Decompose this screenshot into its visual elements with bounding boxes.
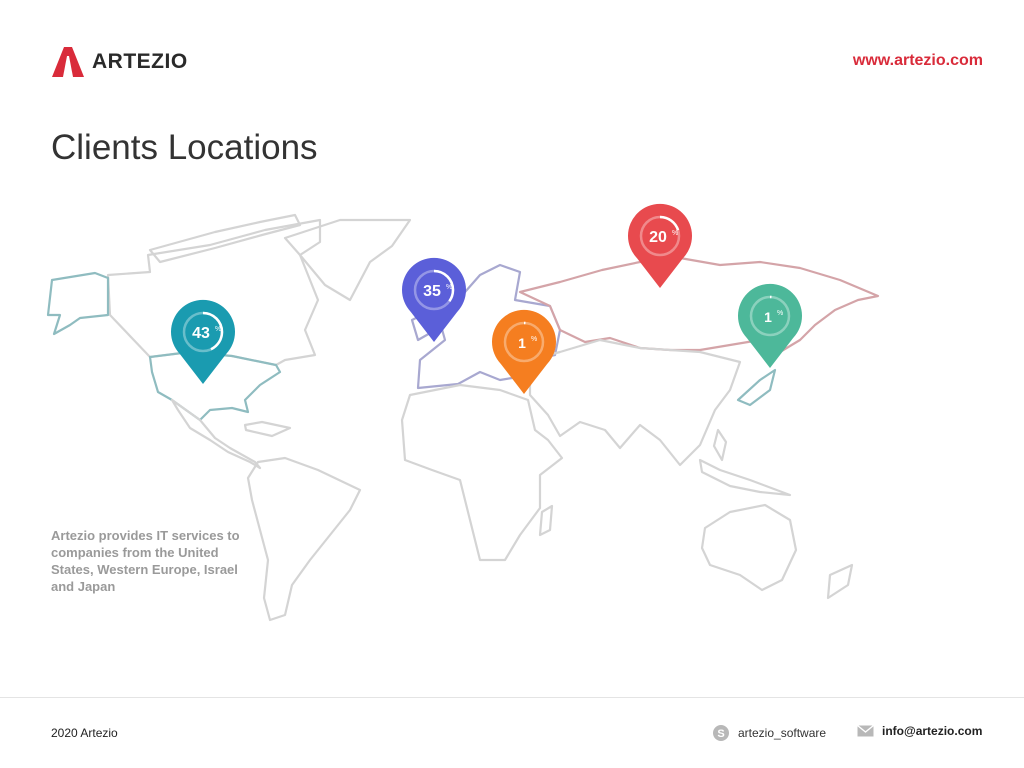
landmass-alaska [46, 271, 110, 336]
map-pin-western-europe[interactable]: 35% [402, 257, 466, 342]
artezio-logo[interactable]: ARTEZIO [52, 47, 188, 77]
artezio-logo-icon [52, 47, 84, 77]
svg-text:S: S [717, 728, 724, 740]
footer-skype[interactable]: S artezio_software [712, 724, 826, 742]
map-pin-north-america[interactable]: 43% [171, 299, 235, 384]
pin-value-label: 35 [423, 283, 441, 300]
pin-unit-label: % [446, 284, 452, 291]
pin-unit-label: % [777, 310, 783, 317]
landmass-japan [736, 368, 777, 407]
footer-year: 2020 Artezio [51, 726, 118, 740]
pin-value-label: 1 [764, 309, 772, 325]
skype-handle: artezio_software [738, 726, 827, 740]
pin-unit-label: % [531, 336, 537, 343]
landmass-new-zealand [826, 563, 854, 600]
landmass-madagascar [538, 504, 554, 537]
landmass-africa [400, 383, 564, 562]
pin-unit-label: % [672, 230, 678, 237]
landmass-philippines [712, 428, 728, 462]
page-title: Clients Locations [51, 128, 318, 167]
website-link[interactable]: www.artezio.com [853, 52, 983, 70]
landmass-arctic-islands [148, 213, 302, 264]
map-pins: 43 %35 %1 %20 %1% [171, 203, 802, 394]
pin-value-label: 20 [649, 229, 667, 246]
landmass-australia [700, 503, 798, 592]
footer-divider [0, 697, 1024, 698]
mail-icon [857, 725, 874, 737]
landmass-indonesia [698, 458, 792, 497]
description-text: Artezio provides IT services to companie… [51, 528, 240, 594]
logo-text: ARTEZIO [92, 50, 188, 73]
slide: ARTEZIO www.artezio.com Clients Location… [0, 0, 1024, 768]
pin-value-label: 43 [192, 325, 210, 342]
landmass-greenland [283, 218, 412, 302]
map-pin-russia[interactable]: 20% [627, 203, 692, 288]
pin-unit-label: % [215, 326, 221, 333]
landmass-caribbean [243, 420, 292, 438]
map-pin-israel[interactable]: 1% [492, 309, 556, 394]
pin-value-label: 1 [518, 335, 526, 351]
skype-icon: S [713, 725, 729, 741]
landmass-south-america [246, 456, 362, 622]
landmass-asia-south [528, 338, 742, 467]
footer-email[interactable]: info@artezio.com [857, 724, 982, 738]
email-address: info@artezio.com [882, 724, 983, 738]
landmass-russia [518, 256, 880, 354]
map-pin-japan[interactable]: 1% [738, 283, 802, 368]
